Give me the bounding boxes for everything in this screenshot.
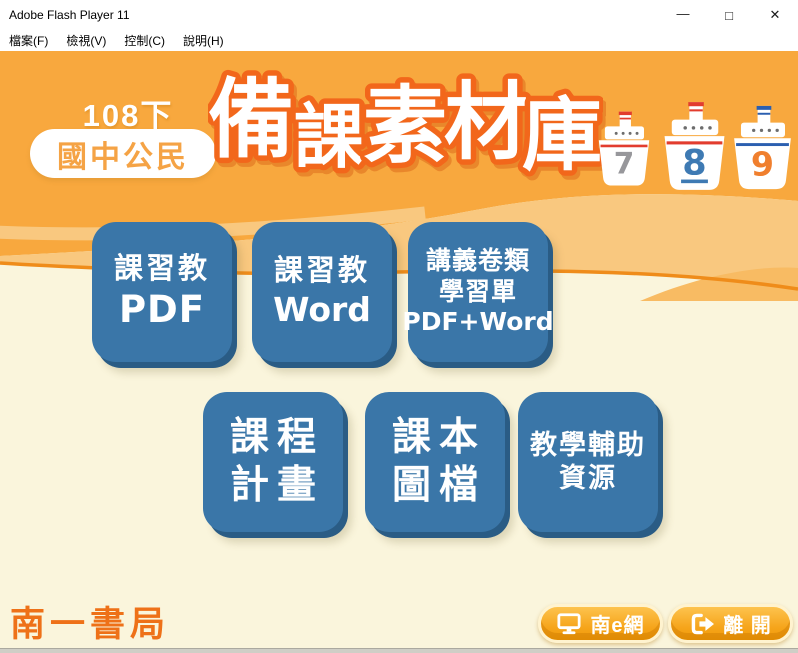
title-char-4: 材: [444, 73, 528, 171]
page-title: 備 課 素 材 庫: [208, 57, 603, 192]
grade-7-boat-button[interactable]: 7: [596, 109, 652, 189]
button-label-line: 學習單: [439, 277, 517, 308]
button-keshijiao-pdf[interactable]: 課習教 PDF: [92, 222, 232, 362]
grade-8-boat-button-selected[interactable]: 8: [661, 99, 728, 194]
exit-button[interactable]: 離 開: [668, 604, 793, 643]
exit-label: 離 開: [723, 609, 772, 638]
exit-icon: [689, 612, 715, 636]
button-label-line: PDF: [119, 287, 205, 332]
button-label-line: 課習教: [114, 252, 210, 287]
flash-stage: 108下 國中公民 備 課 素 材 庫 7: [0, 51, 798, 648]
button-curriculum-plan[interactable]: 課程 計畫: [203, 392, 343, 532]
button-label-line: 教學輔助: [530, 429, 646, 462]
button-teaching-aid-resources[interactable]: 教學輔助 資源: [518, 392, 658, 532]
title-bar: Adobe Flash Player 11 — □ ✕: [0, 0, 798, 30]
grade-9-number: 9: [751, 144, 774, 183]
menu-view[interactable]: 檢視(V): [57, 30, 115, 51]
nani-publisher-logo: 南一書局: [10, 596, 170, 647]
button-label-line: PDF+Word: [402, 307, 553, 338]
button-label-line: 課本: [384, 414, 486, 462]
button-label-line: 計畫: [222, 462, 324, 510]
button-label-line: 講義卷類: [426, 246, 530, 277]
nan-e-web-button[interactable]: 南e網: [538, 604, 663, 643]
subject-badge: 國中公民: [30, 129, 216, 178]
button-label-line: 課程: [222, 414, 324, 462]
title-char-3: 素: [363, 77, 447, 175]
title-char-5: 庫: [522, 89, 602, 182]
menu-control[interactable]: 控制(C): [115, 30, 174, 51]
window-title: Adobe Flash Player 11: [0, 8, 660, 22]
selected-underline: [681, 180, 708, 184]
close-button[interactable]: ✕: [752, 0, 798, 30]
button-label-line: Word: [273, 290, 371, 330]
button-textbook-images[interactable]: 課本 圖檔: [365, 392, 505, 532]
title-char-1: 備: [208, 70, 294, 170]
grade-7-number: 7: [614, 146, 635, 180]
title-char-2: 課: [294, 96, 364, 178]
menu-help[interactable]: 說明(H): [174, 30, 233, 51]
maximize-button[interactable]: □: [706, 0, 752, 30]
nan-e-web-label: 南e網: [590, 609, 644, 638]
grade-8-number: 8: [682, 142, 706, 183]
window-bottom-border: [0, 648, 798, 653]
button-keshijiao-word[interactable]: 課習教 Word: [252, 222, 392, 362]
button-label-line: 資源: [559, 462, 617, 495]
menu-file[interactable]: 檔案(F): [0, 30, 57, 51]
button-worksheets-pdf-word[interactable]: 講義卷類 學習單 PDF+Word: [408, 222, 548, 362]
button-label-line: 課習教: [274, 254, 370, 289]
grade-9-boat-button[interactable]: 9: [731, 103, 794, 193]
monitor-icon: [556, 612, 582, 636]
menu-bar: 檔案(F) 檢視(V) 控制(C) 說明(H): [0, 30, 798, 51]
window-controls: — □ ✕: [660, 0, 798, 30]
button-label-line: 圖檔: [384, 462, 486, 510]
minimize-button[interactable]: —: [660, 0, 706, 30]
